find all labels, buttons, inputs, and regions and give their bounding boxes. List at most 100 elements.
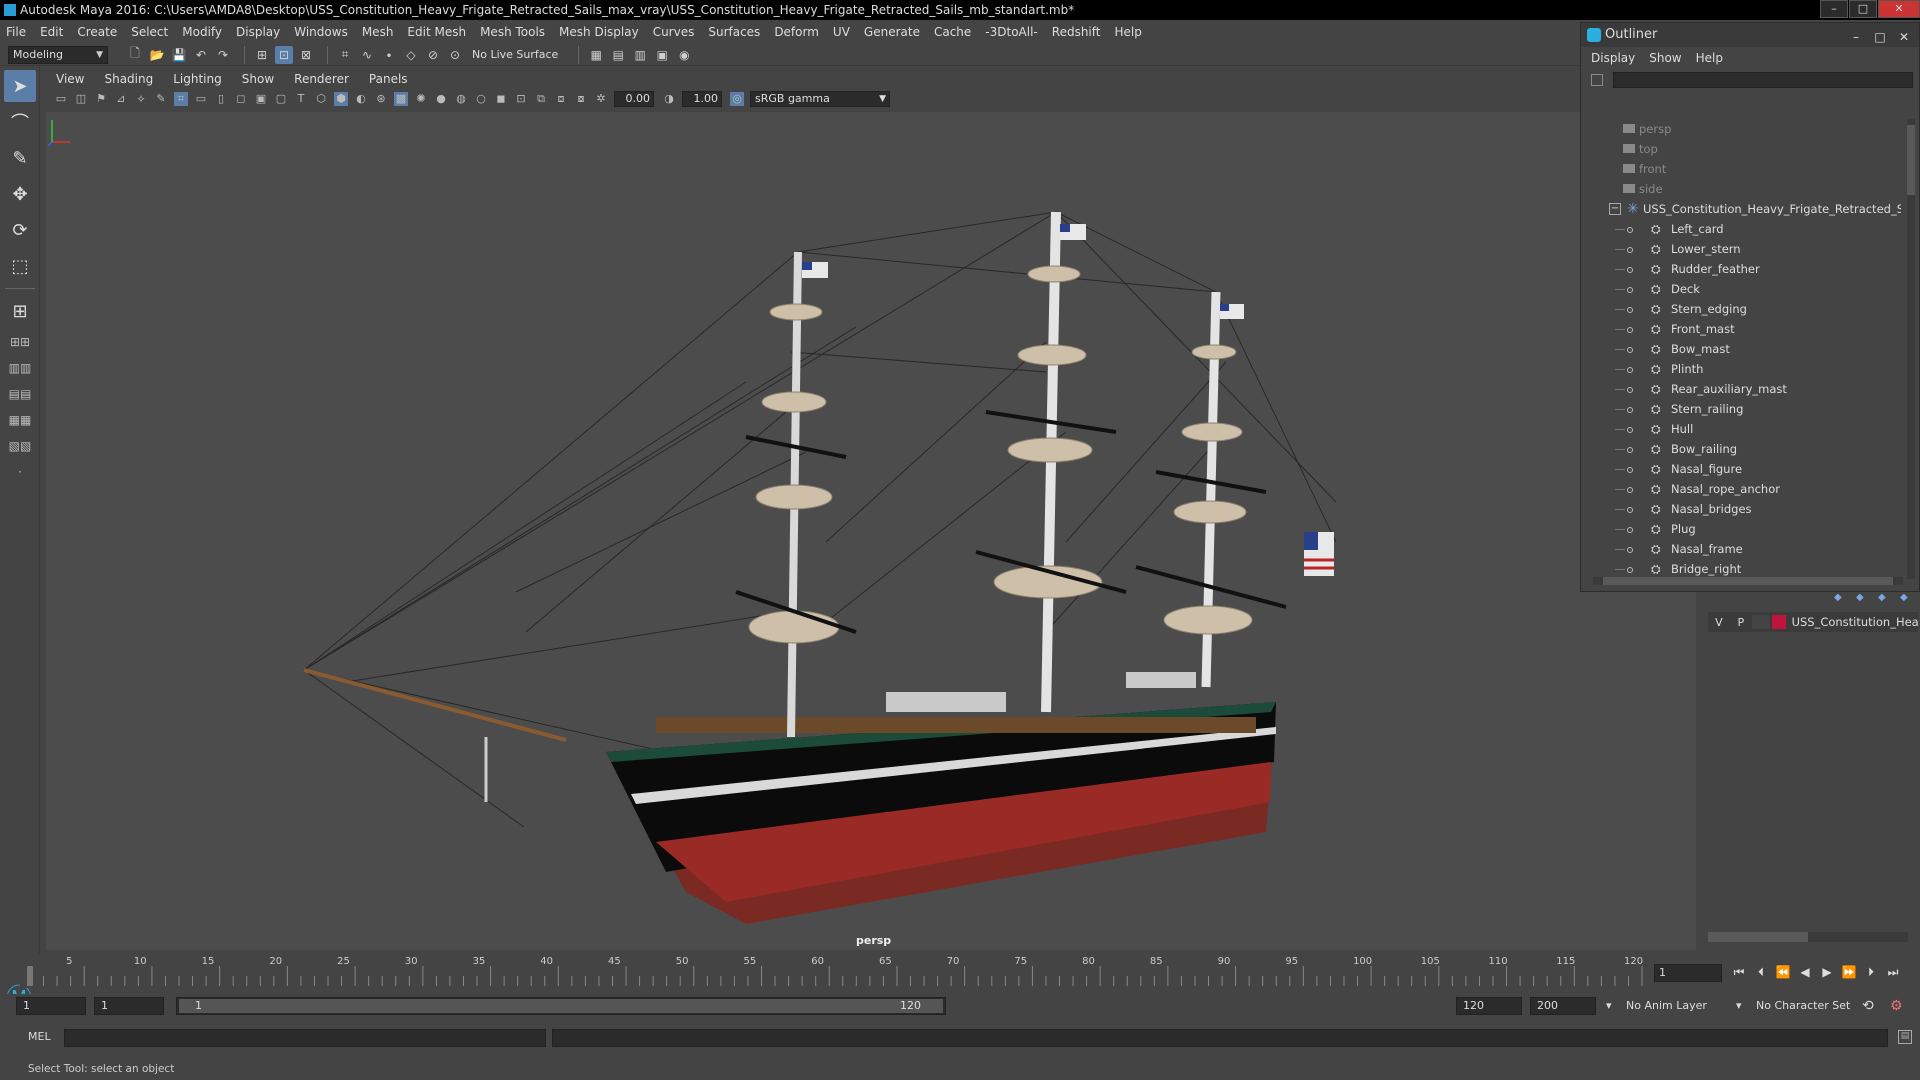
select-hierarchy-icon[interactable]: ⊞ [253,46,271,64]
layer-display-type[interactable] [1751,615,1770,629]
expand-icon[interactable] [1627,247,1633,253]
exposure-field[interactable]: 0.00 [614,91,654,107]
auto-key-icon[interactable]: ⟲ [1862,997,1874,1015]
ipr-render-icon[interactable]: ▥ [631,46,649,64]
four-view-layout-icon[interactable]: ⊞⊞ [4,331,36,353]
expand-icon[interactable] [1627,567,1633,573]
snap-grid-icon[interactable]: ⌗ [336,46,354,64]
expand-icon[interactable] [1627,447,1633,453]
expand-icon[interactable] [1627,327,1633,333]
expand-icon[interactable] [1627,387,1633,393]
panel-menu-shading[interactable]: Shading [104,72,153,86]
menu-help[interactable]: Help [1114,25,1141,39]
undo-icon[interactable]: ↶ [192,46,210,64]
expand-icon[interactable] [1627,347,1633,353]
menu-mesh[interactable]: Mesh [362,25,394,39]
outliner-item-root-group[interactable]: − ✳ USS_Constitution_Heavy_Frigate_Retract… [1591,199,1901,219]
custom-layout-icon[interactable]: · [4,461,36,483]
wireframe-icon[interactable]: ⬡ [314,92,328,106]
menu-create[interactable]: Create [77,25,117,39]
playback-start-field[interactable]: 1 [94,997,164,1015]
character-set-select[interactable]: No Character Set [1756,997,1866,1015]
menu-cache[interactable]: Cache [934,25,971,39]
expand-icon[interactable] [1627,267,1633,273]
outliner-item[interactable]: ⛭ Lower_stern [1591,239,1901,259]
anti-aliasing-icon[interactable]: ◼ [494,92,508,106]
step-forward-frame-icon[interactable]: ⏵ [1860,962,1882,982]
play-forwards-icon[interactable]: ▶ [1816,962,1838,982]
anim-layer-select-icon[interactable]: ▾ [1606,997,1612,1015]
expand-icon[interactable] [1627,407,1633,413]
outliner-vertical-scrollbar[interactable] [1907,119,1915,579]
use-all-lights-icon[interactable]: ✺ [414,92,428,106]
expand-icon[interactable] [1627,547,1633,553]
grid-icon[interactable]: ⌗ [174,92,188,106]
outliner-item[interactable]: ⛭ Bridge_right [1591,559,1901,579]
outliner-item[interactable]: ⛭ Stern_edging [1591,299,1901,319]
outliner-item[interactable]: ⛭ Nasal_figure [1591,459,1901,479]
current-frame-field[interactable]: 1 [1654,964,1722,982]
command-input[interactable] [64,1029,546,1047]
animation-preferences-icon[interactable]: ⚙ [1890,997,1903,1015]
render-settings-icon[interactable]: ▦ [587,46,605,64]
layer-horizontal-scrollbar[interactable] [1708,932,1908,942]
expand-icon[interactable] [1627,307,1633,313]
outliner-menu-display[interactable]: Display [1591,51,1635,65]
lasso-tool-icon[interactable]: ⌒ [4,106,36,138]
grease-pencil-icon[interactable]: ✎ [154,92,168,106]
exposure-icon[interactable]: ✲ [594,92,608,106]
panel-menu-panels[interactable]: Panels [369,72,408,86]
resolution-gate-icon[interactable]: ▯ [214,92,228,106]
view-transform-select[interactable]: sRGB gamma ▼ [750,91,890,107]
expand-icon[interactable] [1627,507,1633,513]
outliner-item[interactable]: ⛭ Bow_railing [1591,439,1901,459]
layer-color-swatch[interactable] [1771,615,1786,629]
menu-edit[interactable]: Edit [40,25,63,39]
maximize-icon[interactable]: □ [1869,25,1891,44]
go-to-end-icon[interactable]: ⏭ [1882,962,1904,982]
outliner-item-persp[interactable]: persp [1591,119,1901,139]
menu-mesh-tools[interactable]: Mesh Tools [480,25,545,39]
outliner-search-input[interactable] [1613,72,1913,88]
scale-tool-icon[interactable]: ⬚ [4,250,36,282]
outliner-item[interactable]: ⛭ Stern_railing [1591,399,1901,419]
smooth-shade-icon[interactable]: ⬢ [334,92,348,106]
render-frame-icon[interactable]: ▤ [609,46,627,64]
outliner-item[interactable]: ⛭ Deck [1591,279,1901,299]
scrollbar-thumb[interactable] [1603,577,1893,585]
new-layer-selected-icon[interactable]: ◆ [1900,592,1914,603]
camera-attributes-icon[interactable]: ◫ [74,92,88,106]
close-button[interactable]: ✕ [1878,0,1920,18]
menu-3dtoall[interactable]: -3DtoAll- [985,25,1037,39]
animation-end-field[interactable]: 200 [1530,997,1596,1015]
menu-set-select[interactable]: Modeling ▼ [8,45,108,64]
outliner-item[interactable]: ⛭ Front_mast [1591,319,1901,339]
menu-redshift[interactable]: Redshift [1052,25,1101,39]
menu-windows[interactable]: Windows [294,25,348,39]
motion-blur-icon[interactable]: ○ [474,92,488,106]
outliner-item[interactable]: ⛭ Rudder_feather [1591,259,1901,279]
animation-start-field[interactable]: 1 [16,997,86,1015]
shadows-icon[interactable]: ● [434,92,448,106]
default-material-icon[interactable]: ◐ [354,92,368,106]
outliner-item[interactable]: ⛭ Bow_mast [1591,339,1901,359]
go-to-start-icon[interactable]: ⏮ [1728,962,1750,982]
outliner-horizontal-scrollbar[interactable] [1593,577,1903,585]
open-scene-icon[interactable]: 📂 [148,46,166,64]
perspective-viewport[interactable]: persp [46,112,1696,950]
snap-live-icon[interactable]: ⊘ [424,46,442,64]
snap-curve-icon[interactable]: ∿ [358,46,376,64]
snap-surface-icon[interactable]: ⊙ [446,46,464,64]
outliner-item-top[interactable]: top [1591,139,1901,159]
scrollbar-thumb[interactable] [1907,125,1915,195]
menu-edit-mesh[interactable]: Edit Mesh [407,25,466,39]
xray-joints-icon[interactable]: ⧈ [554,92,568,106]
menu-mesh-display[interactable]: Mesh Display [559,25,639,39]
color-management-icon[interactable]: ◎ [730,92,744,106]
menu-uv[interactable]: UV [833,25,850,39]
select-camera-icon[interactable]: ▭ [54,92,68,106]
bookmarks-icon[interactable]: ⚑ [94,92,108,106]
step-forward-key-icon[interactable]: ⏩ [1838,962,1860,982]
select-component-icon[interactable]: ⊠ [297,46,315,64]
menu-modify[interactable]: Modify [182,25,222,39]
